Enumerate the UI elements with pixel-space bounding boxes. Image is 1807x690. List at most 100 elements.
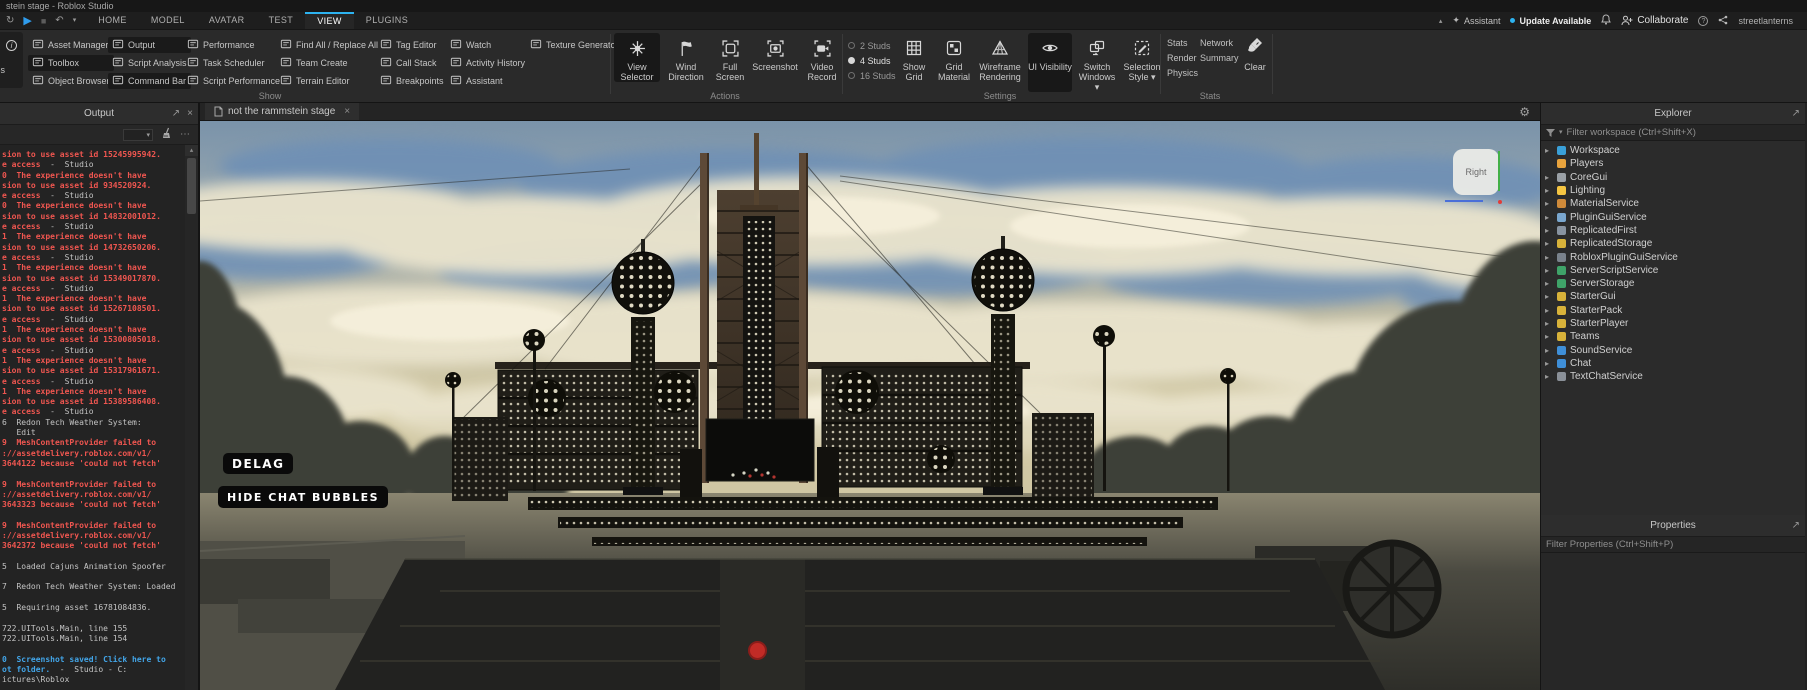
toggle-watch[interactable]: Watch — [446, 37, 529, 53]
qat-dropdown-icon[interactable]: ▾ — [73, 12, 77, 30]
menu-tab-model[interactable]: MODEL — [139, 12, 197, 29]
menu-tab-plugins[interactable]: PLUGINS — [354, 12, 420, 29]
tree-item-workspace[interactable]: ▸Workspace — [1541, 144, 1805, 157]
toggle-toolbox[interactable]: Toolbox — [28, 55, 114, 71]
expand-arrow-icon[interactable]: ▸ — [1545, 266, 1553, 275]
wind-direction-button[interactable]: Wind Direction — [664, 33, 708, 82]
tree-item-players[interactable]: Players — [1541, 157, 1805, 170]
output-scrollbar[interactable]: ▴ — [185, 145, 198, 690]
tree-item-textchatservice[interactable]: ▸TextChatService — [1541, 370, 1805, 383]
grid-material-button[interactable]: Grid Material — [936, 33, 972, 92]
collaborate-button[interactable]: Collaborate — [1621, 15, 1688, 26]
expand-arrow-icon[interactable]: ▸ — [1545, 213, 1553, 222]
toggle-tag-editor[interactable]: Tag Editor — [376, 37, 448, 53]
float-panel-icon[interactable]: ↗ — [1792, 103, 1800, 125]
video-record-button[interactable]: Video Record — [802, 33, 842, 82]
stats-link-summary[interactable]: Summary — [1200, 53, 1239, 63]
place-tab[interactable]: not the rammstein stage × — [205, 103, 359, 120]
hide-chat-bubbles-button[interactable]: HIDE CHAT BUBBLES — [218, 486, 388, 508]
help-icon[interactable]: ? — [1698, 16, 1708, 26]
view-selector-cube[interactable]: Right — [1453, 149, 1499, 195]
output-more-icon[interactable]: ⋯ — [180, 129, 190, 140]
update-available-button[interactable]: Update Available — [1510, 16, 1591, 26]
toggle-object-browser[interactable]: Object Browser — [28, 73, 114, 89]
tree-item-replicatedfirst[interactable]: ▸ReplicatedFirst — [1541, 224, 1805, 237]
toggle-script-analysis[interactable]: Script Analysis — [108, 55, 191, 71]
tree-item-lighting[interactable]: ▸Lighting — [1541, 184, 1805, 197]
expand-arrow-icon[interactable]: ▸ — [1545, 359, 1553, 368]
expand-arrow-icon[interactable]: ▸ — [1545, 332, 1553, 341]
expand-arrow-icon[interactable]: ▸ — [1545, 279, 1553, 288]
menu-tab-avatar[interactable]: AVATAR — [197, 12, 257, 29]
stud-option-4[interactable]: 4 Studs — [848, 53, 896, 68]
tree-item-replicatedstorage[interactable]: ▸ReplicatedStorage — [1541, 237, 1805, 250]
view-selector-button[interactable]: View Selector — [614, 33, 660, 82]
expand-arrow-icon[interactable]: ▸ — [1545, 146, 1553, 155]
tree-item-soundservice[interactable]: ▸SoundService — [1541, 343, 1805, 356]
tree-item-chat[interactable]: ▸Chat — [1541, 357, 1805, 370]
toggle-call-stack[interactable]: Call Stack — [376, 55, 448, 71]
expand-arrow-icon[interactable]: ▸ — [1545, 306, 1553, 315]
tree-item-serverscriptservice[interactable]: ▸ServerScriptService — [1541, 264, 1805, 277]
assistant-button[interactable]: ✦ Assistant — [1452, 15, 1500, 26]
collapse-ribbon-icon[interactable]: ▴ — [1439, 17, 1443, 25]
expand-arrow-icon[interactable]: ▸ — [1545, 226, 1553, 235]
tree-item-starterpack[interactable]: ▸StarterPack — [1541, 304, 1805, 317]
expand-arrow-icon[interactable]: ▸ — [1545, 239, 1553, 248]
log-link[interactable]: ot folder. — [2, 665, 50, 674]
toggle-texture-generator[interactable]: Texture Generator — [526, 37, 623, 53]
toggle-team-create[interactable]: Team Create — [276, 55, 382, 71]
toggle-activity-history[interactable]: Activity History — [446, 55, 529, 71]
expand-arrow-icon[interactable]: ▸ — [1545, 372, 1553, 381]
play-icon[interactable]: ▶ — [23, 12, 31, 30]
expand-arrow-icon[interactable]: ▸ — [1545, 292, 1553, 301]
tree-item-startergui[interactable]: ▸StarterGui — [1541, 290, 1805, 303]
toggle-find-all-replace-all[interactable]: Find All / Replace All — [276, 37, 382, 53]
toggle-task-scheduler[interactable]: Task Scheduler — [183, 55, 284, 71]
screenshot-button[interactable]: Screenshot — [752, 33, 798, 82]
share-icon[interactable] — [1718, 15, 1728, 27]
stud-option-16[interactable]: 16 Studs — [848, 68, 896, 83]
red-round-button[interactable] — [748, 641, 767, 660]
toggle-breakpoints[interactable]: Breakpoints — [376, 73, 448, 89]
eye-button[interactable]: UI Visibility — [1028, 33, 1072, 92]
expand-arrow-icon[interactable]: ▸ — [1545, 346, 1553, 355]
clear-output-broom-icon[interactable] — [161, 126, 172, 144]
tree-item-serverstorage[interactable]: ▸ServerStorage — [1541, 277, 1805, 290]
menu-tab-home[interactable]: HOME — [86, 12, 139, 29]
tree-item-coregui[interactable]: ▸CoreGui — [1541, 171, 1805, 184]
delag-button[interactable]: DELAG — [223, 453, 293, 474]
stud-option-2[interactable]: 2 Studs — [848, 38, 896, 53]
toggle-terrain-editor[interactable]: Terrain Editor — [276, 73, 382, 89]
tree-item-robloxpluginguiservice[interactable]: ▸RobloxPluginGuiService — [1541, 250, 1805, 263]
stats-link-physics[interactable]: Physics — [1167, 68, 1198, 78]
toggle-script-performance[interactable]: Script Performance — [183, 73, 284, 89]
viewport-settings-gear-icon[interactable]: ⚙ — [1519, 103, 1540, 120]
tree-item-materialservice[interactable]: ▸MaterialService — [1541, 197, 1805, 210]
float-panel-icon[interactable]: ↗ — [1792, 515, 1800, 537]
stats-link-stats[interactable]: Stats — [1167, 38, 1198, 48]
expand-arrow-icon[interactable]: ▸ — [1545, 173, 1553, 182]
tree-item-pluginguiservice[interactable]: ▸PluginGuiService — [1541, 210, 1805, 223]
menu-tab-test[interactable]: TEST — [257, 12, 306, 29]
expand-arrow-icon[interactable]: ▸ — [1545, 186, 1553, 195]
output-filter-dropdown[interactable]: ▾ — [123, 129, 153, 141]
expand-arrow-icon[interactable]: ▸ — [1545, 199, 1553, 208]
notifications-bell-icon[interactable] — [1601, 14, 1611, 27]
scrollbar-thumb[interactable] — [187, 158, 196, 214]
toggle-asset-manager[interactable]: Asset Manager — [28, 37, 114, 53]
full-screen-button[interactable]: Full Screen — [712, 33, 748, 82]
float-panel-icon[interactable]: ↗ — [172, 103, 180, 125]
stats-link-render[interactable]: Render — [1167, 53, 1198, 63]
stop-icon[interactable]: ■ — [41, 12, 46, 30]
close-tab-icon[interactable]: × — [344, 106, 350, 117]
expand-arrow-icon[interactable]: ▸ — [1545, 319, 1553, 328]
switch-windows-button[interactable]: Switch Windows ▾ — [1076, 33, 1118, 92]
log-link[interactable]: 0 Screenshot saved! Click here to — [2, 655, 166, 664]
3d-viewport-scene[interactable]: DELAG HIDE CHAT BUBBLES Right — [200, 121, 1540, 690]
toggle-output[interactable]: Output — [108, 37, 191, 53]
scroll-up-icon[interactable]: ▴ — [185, 145, 198, 156]
toggle-performance[interactable]: Performance — [183, 37, 284, 53]
toggle-assistant[interactable]: Assistant — [446, 73, 529, 89]
tree-item-starterplayer[interactable]: ▸StarterPlayer — [1541, 317, 1805, 330]
